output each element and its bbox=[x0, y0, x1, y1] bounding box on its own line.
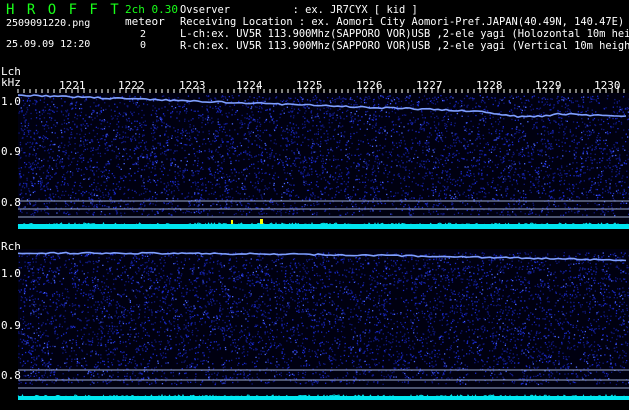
rch-ylabel-0-9: 0.9 bbox=[1, 319, 21, 332]
lch-spectrogram-panel bbox=[17, 93, 629, 229]
lch-level-floor bbox=[18, 224, 629, 229]
rch-ylabel-0-8: 0.8 bbox=[1, 369, 21, 382]
spectrogram-canvas bbox=[17, 86, 629, 401]
rch-level-floor bbox=[18, 396, 629, 400]
rch-ylabel-1-0: 1.0 bbox=[1, 267, 21, 280]
rch-spectrogram-panel bbox=[17, 249, 629, 401]
lch-ylabel-0-8: 0.8 bbox=[1, 196, 21, 209]
lch-ylabel-0-9: 0.9 bbox=[1, 145, 21, 158]
lch-ylabel-1-0: 1.0 bbox=[1, 95, 21, 108]
time-tick-marks bbox=[17, 86, 625, 93]
